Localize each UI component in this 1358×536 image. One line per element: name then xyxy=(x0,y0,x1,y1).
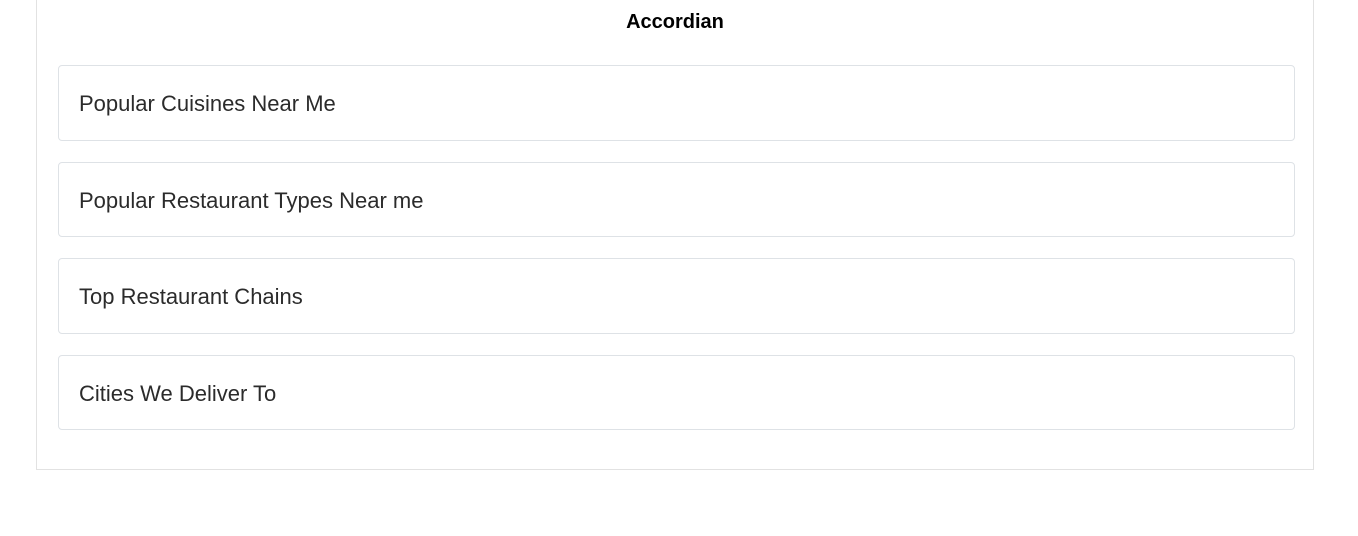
accordion-item-popular-restaurant-types[interactable]: Popular Restaurant Types Near me xyxy=(58,162,1295,237)
accordion-panel: Accordian Popular Cuisines Near Me Popul… xyxy=(36,0,1314,470)
accordion-title: Accordian xyxy=(626,11,724,33)
accordion-item-label: Popular Cuisines Near Me xyxy=(79,91,336,116)
accordion-item-label: Popular Restaurant Types Near me xyxy=(79,188,424,213)
accordion-item-top-restaurant-chains[interactable]: Top Restaurant Chains xyxy=(58,258,1295,334)
accordion-item-label: Cities We Deliver To xyxy=(79,381,277,406)
accordion-item-label: Top Restaurant Chains xyxy=(79,284,303,309)
accordion-item-popular-cuisines[interactable]: Popular Cuisines Near Me xyxy=(58,65,1295,141)
accordion-item-cities-we-deliver-to[interactable]: Cities We Deliver To xyxy=(58,355,1295,430)
